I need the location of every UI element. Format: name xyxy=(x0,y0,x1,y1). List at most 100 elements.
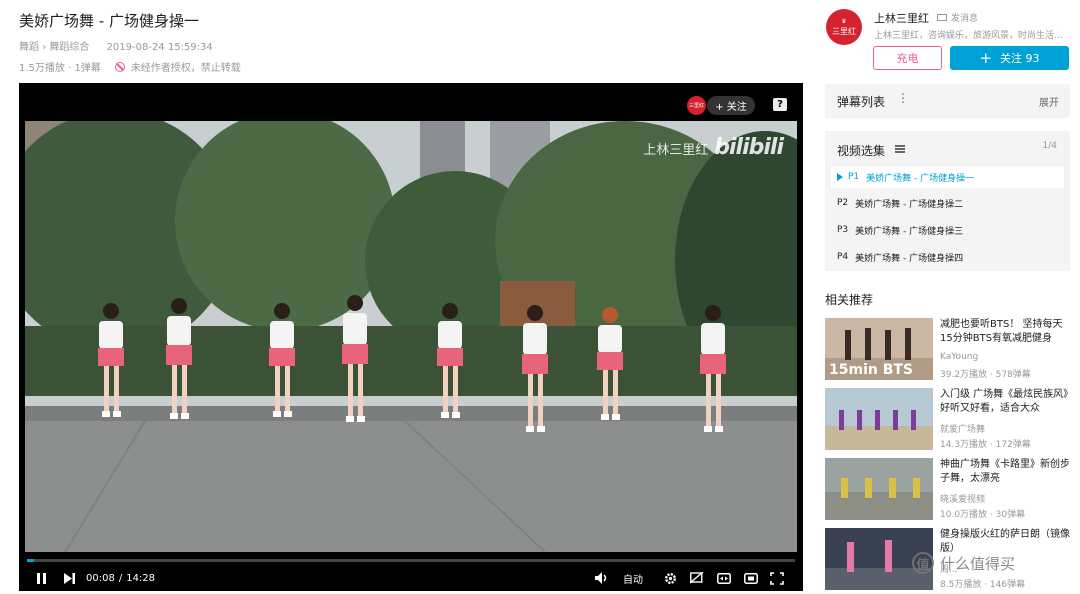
watermark-channel-name: 上林三里红 xyxy=(643,143,709,158)
thumbnail-image: 15min BTS xyxy=(825,318,933,380)
web-fullscreen-icon xyxy=(744,572,758,584)
progress-bar[interactable] xyxy=(27,559,795,562)
episode-item[interactable]: P2 美娇广场舞 - 广场健身操二 xyxy=(831,192,1064,214)
video-meta: 舞蹈 › 舞蹈综合 2019-08-24 15:59:34 xyxy=(19,38,213,53)
episode-item[interactable]: P1 美娇广场舞 - 广场健身操一 xyxy=(831,166,1064,188)
hedge xyxy=(25,326,797,396)
prohibited-icon xyxy=(114,61,125,72)
recommendation-stats: 10.0万播放 · 30弹幕 xyxy=(940,510,1026,520)
pause-button[interactable] xyxy=(35,570,47,586)
fullscreen-icon xyxy=(770,571,784,585)
recommendation-title[interactable]: 减肥也要听BTS！ 坚持每天15分钟BTS有氧减肥健身 xyxy=(940,318,1073,346)
category-breadcrumb[interactable]: 舞蹈 › 舞蹈综合 xyxy=(19,42,89,53)
recommendation-stats: 8.5万播放 · 146弹幕 xyxy=(940,580,1026,590)
episode-count: 1/4 xyxy=(1042,141,1057,151)
expand-button[interactable]: 展开 xyxy=(1039,94,1059,109)
recommendation-title[interactable]: 神曲广场舞《卡路里》新创步子舞，太漂亮 xyxy=(940,458,1073,486)
duration: 14:28 xyxy=(126,572,156,584)
video-frame[interactable]: 上林三里红 bilibili xyxy=(25,121,797,552)
episode-item[interactable]: P4 美娇广场舞 - 广场健身操四 xyxy=(831,246,1064,268)
uploader-badge[interactable]: 三里红 xyxy=(687,96,706,115)
copyright-notice-text: 未经作者授权，禁止转载 xyxy=(130,63,241,74)
next-icon xyxy=(63,572,75,584)
recommendation-thumbnail[interactable] xyxy=(825,458,933,520)
video-stats: 1.5万播放 · 1弹幕 xyxy=(19,63,101,74)
episode-title: 美娇广场舞 - 广场健身操四 xyxy=(855,253,964,264)
publish-date: 2019-08-24 15:59:34 xyxy=(106,42,213,53)
recommendation-item[interactable]: 入门级 广场舞《最炫民族风》好听又好看，适合大众 就爱广场舞 14.3万播放 ·… xyxy=(825,388,1075,450)
video-stats-row: 1.5万播放 · 1弹幕 未经作者授权，禁止转载 xyxy=(19,59,241,74)
recommendation-author[interactable]: KaYoung xyxy=(940,352,978,362)
uploader-description: 上林三里红，咨询娱乐，旅游风景，时尚生活... xyxy=(874,31,1063,41)
crown-icon: ♛ xyxy=(841,17,847,25)
help-icon[interactable]: ? xyxy=(773,98,787,111)
web-fullscreen-button[interactable] xyxy=(744,570,758,586)
video-player[interactable]: 三里红 + 关注 ? 上林三里红 bilibili 00:08 / 14:28 … xyxy=(19,83,803,591)
thumbnail-caption: 15min BTS xyxy=(829,362,913,378)
widescreen-icon xyxy=(717,572,731,584)
episode-item[interactable]: P3 美娇广场舞 - 广场健身操三 xyxy=(831,219,1064,241)
settings-button[interactable] xyxy=(663,570,677,586)
recommendation-thumbnail[interactable] xyxy=(825,388,933,450)
fullscreen-button[interactable] xyxy=(770,570,784,586)
recommendation-stats: 39.2万播放 · 578弹幕 xyxy=(940,370,1031,380)
time-separator: / xyxy=(118,572,123,584)
uploader-name[interactable]: 上林三里红 xyxy=(874,10,929,26)
quality-selector[interactable]: 自动 xyxy=(623,570,643,586)
player-follow-button[interactable]: + 关注 xyxy=(707,96,755,115)
current-time: 00:08 xyxy=(86,572,115,584)
danmaku-list-panel[interactable]: 弹幕列表 ⋮ 展开 xyxy=(825,84,1070,118)
recommendation-item[interactable]: 神曲广场舞《卡路里》新创步子舞，太漂亮 晓溪爱视频 10.0万播放 · 30弹幕 xyxy=(825,458,1075,520)
copyright-notice: 未经作者授权，禁止转载 xyxy=(114,59,241,74)
bilibili-logo: bilibili xyxy=(714,135,784,160)
recommendation-author[interactable]: 就爱广场舞 xyxy=(940,422,985,435)
gear-icon xyxy=(664,572,676,584)
episode-list-panel: 视频选集 1/4 P1 美娇广场舞 - 广场健身操一 P2 美娇广场舞 - 广场… xyxy=(825,131,1070,271)
envelope-icon xyxy=(937,14,947,21)
widescreen-button[interactable] xyxy=(717,570,731,586)
recommendation-title[interactable]: 入门级 广场舞《最炫民族风》好听又好看，适合大众 xyxy=(940,388,1073,416)
episode-title: 美娇广场舞 - 广场健身操一 xyxy=(866,173,975,184)
recommendations-title: 相关推荐 xyxy=(825,293,874,307)
recommendation-item[interactable]: 15min BTS 减肥也要听BTS！ 坚持每天15分钟BTS有氧减肥健身 Ka… xyxy=(825,318,1075,380)
page: 美娇广场舞 - 广场健身操一 舞蹈 › 舞蹈综合 2019-08-24 15:5… xyxy=(0,0,1080,594)
player-top-bar: 三里红 + 关注 ? xyxy=(19,83,803,121)
video-watermark: 上林三里红 bilibili xyxy=(643,135,784,160)
episode-number: P1 xyxy=(848,172,860,182)
control-bar: 00:08 / 14:28 自动 xyxy=(19,565,803,591)
watermark-logo-icon: 值 xyxy=(912,552,934,574)
recommendation-author[interactable]: 晓溪爱视频 xyxy=(940,492,985,505)
video-scene xyxy=(25,121,797,552)
more-options-icon[interactable]: ⋮ xyxy=(897,91,909,105)
danmaku-toggle[interactable] xyxy=(690,570,704,586)
video-title: 美娇广场舞 - 广场健身操一 xyxy=(19,12,199,30)
episode-number: P3 xyxy=(837,225,849,235)
follow-button[interactable]: + 关注 93 xyxy=(950,46,1069,70)
send-message-link[interactable]: 发消息 xyxy=(937,11,978,24)
episode-number: P4 xyxy=(837,252,849,262)
site-watermark: 值 什么值得买 xyxy=(912,552,1015,574)
playing-icon xyxy=(837,173,843,181)
episode-title: 美娇广场舞 - 广场健身操二 xyxy=(855,199,964,210)
thumbnail-image xyxy=(825,388,933,450)
episode-title: 美娇广场舞 - 广场健身操三 xyxy=(855,226,964,237)
recommendation-stats: 14.3万播放 · 172弹幕 xyxy=(940,440,1031,450)
volume-icon xyxy=(594,572,606,584)
danmaku-off-icon xyxy=(690,572,704,584)
avatar-label: 三里红 xyxy=(832,26,856,36)
time-display: 00:08 / 14:28 xyxy=(86,570,155,586)
charge-button[interactable]: 充电 xyxy=(873,46,942,70)
follow-button-label: 关注 93 xyxy=(1000,52,1040,65)
next-button[interactable] xyxy=(63,570,75,586)
uploader-avatar[interactable]: ♛ 三里红 xyxy=(826,9,862,45)
progress-fill xyxy=(27,559,35,562)
list-icon xyxy=(895,145,905,153)
thumbnail-image xyxy=(825,458,933,520)
plus-icon: + xyxy=(979,49,993,67)
recommendation-thumbnail[interactable]: 15min BTS xyxy=(825,318,933,380)
danmaku-list-title: 弹幕列表 xyxy=(837,95,886,109)
plaza-edge xyxy=(25,406,797,421)
episode-number: P2 xyxy=(837,198,849,208)
volume-button[interactable] xyxy=(594,570,608,586)
send-message-label: 发消息 xyxy=(951,14,979,24)
